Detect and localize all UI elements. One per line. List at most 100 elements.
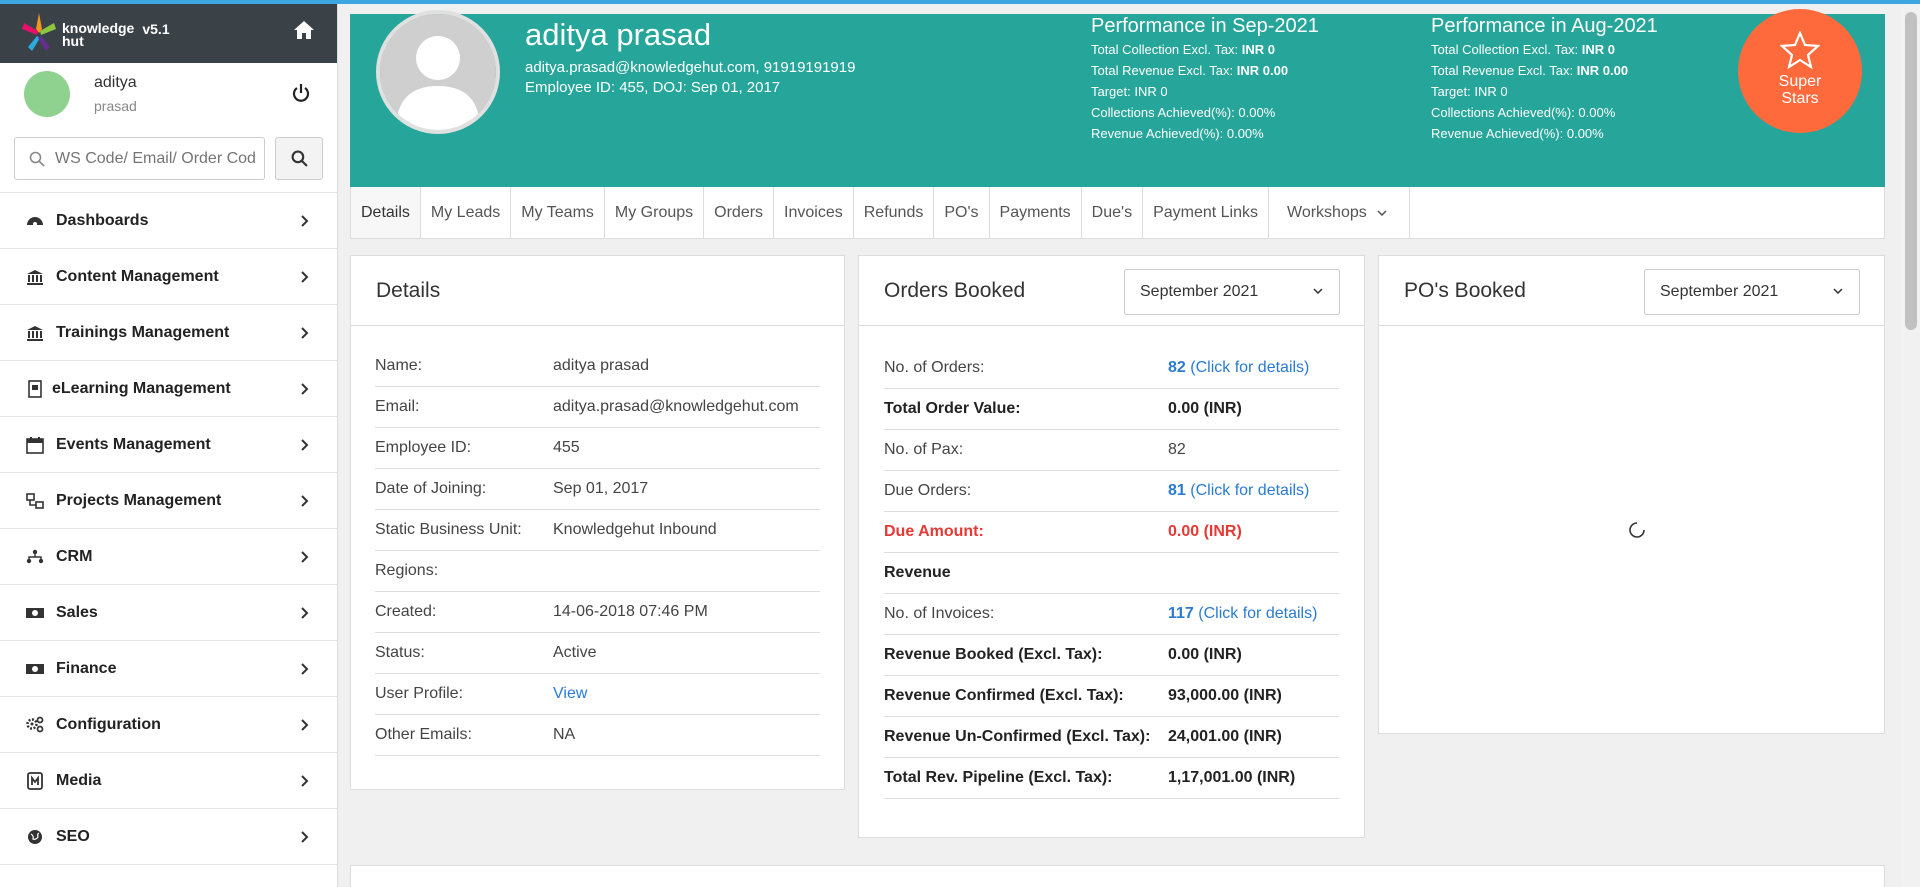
orders-link-text: (Click for details): [1190, 359, 1310, 376]
details-row: Date of Joining: Sep 01, 2017: [375, 469, 820, 510]
pos-month-select[interactable]: September 2021: [1644, 269, 1860, 315]
orders-label: No. of Orders:: [884, 359, 985, 376]
sidebar-item-label: Finance: [56, 659, 117, 677]
tab-my-teams[interactable]: My Teams: [511, 187, 605, 238]
sidebar-item-seo[interactable]: SEO: [0, 809, 337, 865]
sidebar-item-sales[interactable]: Sales: [0, 585, 337, 641]
orders-details-link[interactable]: 82 (Click for details): [1168, 359, 1309, 377]
details-label: User Profile:: [375, 685, 464, 702]
orders-row: Revenue Confirmed (Excl. Tax): 93,000.00 …: [884, 676, 1339, 717]
orders-month-select[interactable]: September 2021: [1124, 269, 1340, 315]
details-label: Created:: [375, 603, 437, 620]
tab-details[interactable]: Details: [351, 187, 421, 238]
performance-target: Target: INR 0: [1431, 84, 1508, 99]
money-icon: [24, 604, 46, 622]
avatar[interactable]: [24, 71, 70, 117]
tab-my-groups[interactable]: My Groups: [605, 187, 705, 238]
details-row: Other Emails: NA: [375, 715, 820, 756]
page-scrollbar[interactable]: [1902, 0, 1920, 887]
chevron-right-icon: [301, 663, 309, 675]
details-value: Knowledgehut Inbound: [553, 521, 717, 538]
details-value: 14-06-2018 07:46 PM: [553, 603, 708, 620]
profile-name: aditya prasad: [525, 17, 712, 52]
search-input[interactable]: [55, 149, 255, 168]
details-label: Date of Joining:: [375, 480, 487, 497]
performance-previous: Performance in Aug-2021 Total Collection…: [1431, 14, 1658, 144]
sidebar-item-label: Configuration: [56, 715, 161, 733]
tab-my-leads[interactable]: My Leads: [421, 187, 512, 238]
due-orders-label: Due Orders:: [884, 482, 972, 499]
scrollbar-thumb[interactable]: [1905, 12, 1917, 330]
sidebar-item-dashboards[interactable]: Dashboards: [0, 193, 337, 249]
chevron-right-icon: [301, 831, 309, 843]
due-orders-details-link[interactable]: 81 (Click for details): [1168, 482, 1309, 500]
chevron-right-icon: [301, 719, 309, 731]
user-profile-link[interactable]: View: [553, 685, 587, 703]
tab-payments[interactable]: Payments: [990, 187, 1082, 238]
sidebar-item-trainings-management[interactable]: Trainings Management: [0, 305, 337, 361]
orders-row: No. of Pax: 82: [884, 430, 1339, 471]
sidebar-item-label: CRM: [56, 547, 93, 565]
details-label: Employee ID:: [375, 439, 472, 456]
orders-row: Total Rev. Pipeline (Excl. Tax): 1,17,001…: [884, 758, 1339, 799]
orders-row: No. of Orders: 82 (Click for details): [884, 348, 1339, 389]
profile-banner: aditya prasad aditya.prasad@knowledgehut…: [350, 9, 1885, 187]
sidebar-item-content-management[interactable]: Content Management: [0, 249, 337, 305]
sidebar-item-media[interactable]: Media: [0, 753, 337, 809]
bank-icon: [24, 268, 46, 286]
search-button[interactable]: [275, 137, 323, 180]
revenue-value: INR 0.00: [1576, 63, 1629, 78]
performance-revenue-achieved: Revenue Achieved(%): 0.00%: [1091, 126, 1264, 141]
sidebar-item-label: Events Management: [56, 435, 211, 453]
collection-label: Total Collection Excl. Tax:: [1091, 42, 1239, 57]
chevron-right-icon: [301, 439, 309, 451]
search-field: [14, 137, 266, 180]
orders-row: No. of Invoices: 117 (Click for details): [884, 594, 1339, 635]
power-icon[interactable]: [291, 83, 311, 103]
profile-employee-info: Employee ID: 455, DOJ: Sep 01, 2017: [525, 79, 781, 96]
tab-payment-links[interactable]: Payment Links: [1143, 187, 1269, 238]
pos-month-value: September 2021: [1660, 283, 1779, 300]
home-icon[interactable]: [293, 20, 315, 40]
sidebar-item-finance[interactable]: Finance: [0, 641, 337, 697]
tab-orders[interactable]: Orders: [704, 187, 775, 238]
pos-header: PO's Booked September 2021: [1379, 256, 1884, 326]
sidebar-item-crm[interactable]: CRM: [0, 529, 337, 585]
sidebar-item-events-management[interactable]: Events Management: [0, 417, 337, 473]
details-row: Name: aditya prasad: [375, 346, 820, 387]
tab-workshops[interactable]: Workshops: [1269, 187, 1410, 238]
details-row: Regions:: [375, 551, 820, 592]
sidebar-item-label: Content Management: [56, 267, 219, 285]
performance-title: Performance in Sep-2021: [1091, 15, 1319, 37]
profile-picture[interactable]: [376, 10, 500, 134]
chevron-right-icon: [301, 215, 309, 227]
pax-label: No. of Pax:: [884, 441, 964, 458]
elearning-icon: [24, 379, 46, 398]
performance-current: Performance in Sep-2021 Total Collection…: [1091, 14, 1319, 144]
sidebar-item-label: Dashboards: [56, 211, 149, 229]
revenue-heading: Revenue: [884, 564, 951, 581]
details-row: Created: 14-06-2018 07:46 PM: [375, 592, 820, 633]
tab-refunds[interactable]: Refunds: [854, 187, 935, 238]
invoices-details-link[interactable]: 117 (Click for details): [1168, 605, 1317, 623]
user-last-name: prasad: [94, 98, 137, 114]
tab-pos[interactable]: PO's: [934, 187, 990, 238]
sidebar-search: [0, 125, 337, 193]
orders-list: No. of Orders: 82 (Click for details) Tot…: [859, 326, 1364, 799]
details-panel: Details Name: aditya prasad Email: aditya.…: [350, 255, 845, 790]
details-value: NA: [553, 726, 576, 743]
orders-header: Orders Booked September 2021: [859, 256, 1364, 326]
sidebar-item-configuration[interactable]: Configuration: [0, 697, 337, 753]
chevron-down-icon: [1833, 288, 1843, 294]
revenue-label: Total Revenue Excl. Tax:: [1091, 63, 1234, 78]
sidebar-item-elearning-management[interactable]: eLearning Management: [0, 361, 337, 417]
details-value: Active: [553, 644, 597, 661]
knowledgehut-logo-icon[interactable]: [18, 9, 60, 57]
tab-invoices[interactable]: Invoices: [774, 187, 854, 238]
super-stars-badge[interactable]: Super Stars: [1738, 9, 1862, 133]
tab-dues[interactable]: Due's: [1082, 187, 1144, 238]
sidebar-item-projects-management[interactable]: Projects Management: [0, 473, 337, 529]
top-progress-line: [0, 0, 1920, 4]
chevron-right-icon: [301, 607, 309, 619]
chevron-right-icon: [301, 383, 309, 395]
